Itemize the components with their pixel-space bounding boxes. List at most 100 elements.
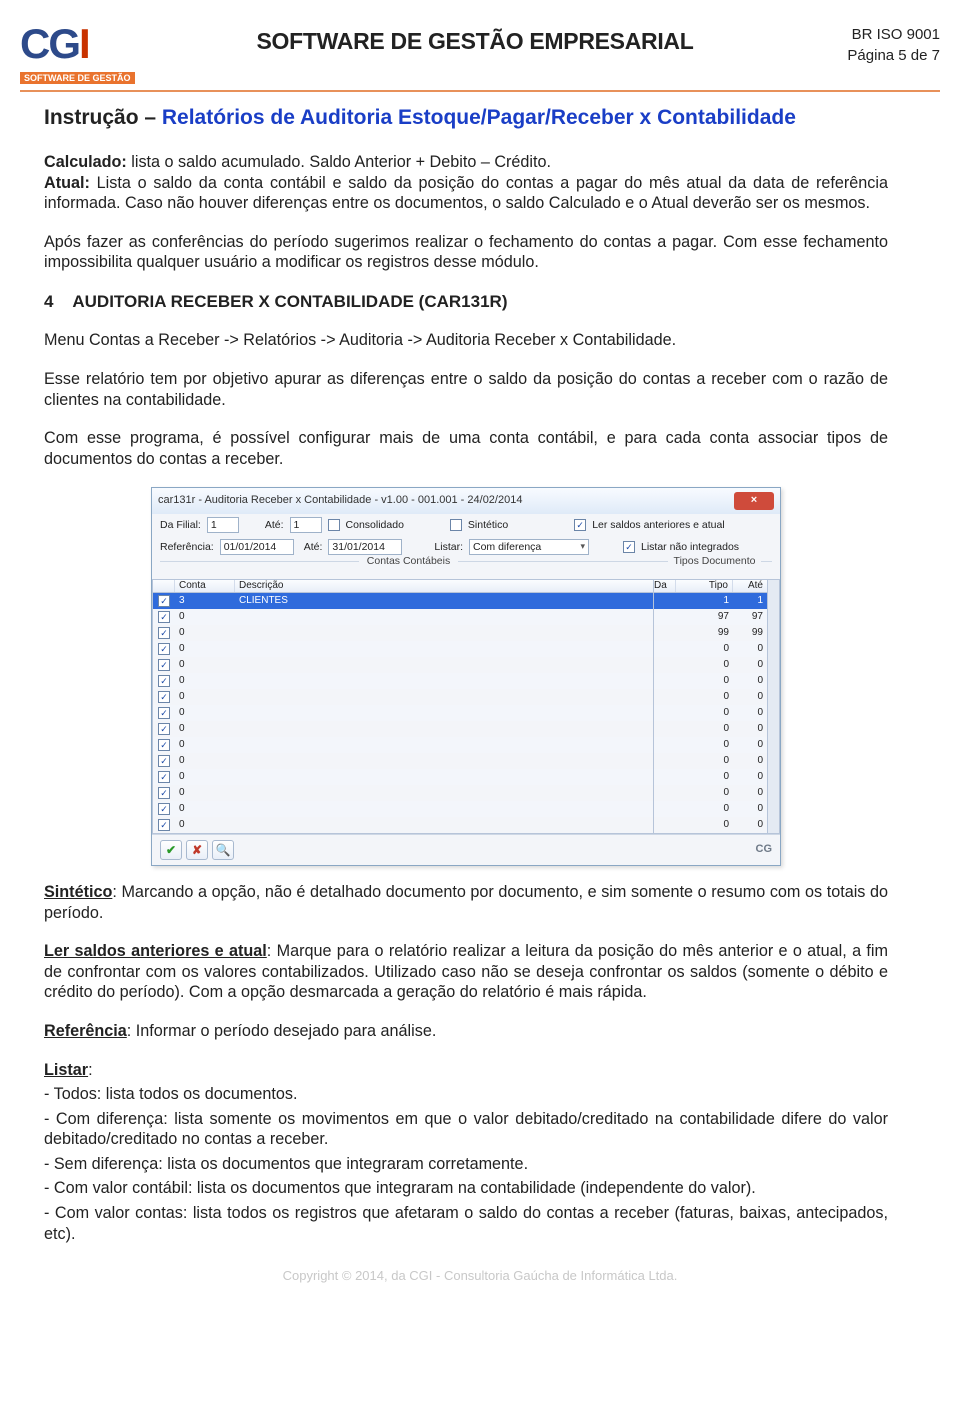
table-row[interactable]: ✓0 [153,625,653,641]
close-icon[interactable]: × [734,492,774,510]
logo-accent: I [79,20,89,67]
row-checkbox[interactable]: ✓ [158,643,170,655]
row-checkbox[interactable]: ✓ [158,755,170,767]
listar-term: Listar [44,1061,88,1079]
col-tipo: Tipo [676,580,733,593]
table-row[interactable]: 00 [654,657,767,673]
referencia-term: Referência [44,1022,127,1040]
table-row[interactable]: ✓0 [153,785,653,801]
listar-label: Listar: [434,541,463,554]
table-row[interactable]: 00 [654,785,767,801]
table-row[interactable]: ✓0 [153,721,653,737]
row-checkbox[interactable]: ✓ [158,611,170,623]
table-row[interactable]: ✓0 [153,753,653,769]
listar-sem-dif: - Sem diferença: lista os documentos que… [44,1154,888,1175]
para-menu-path: Menu Contas a Receber -> Relatórios -> A… [44,330,888,351]
ler-saldos-label: Ler saldos anteriores e atual [592,519,725,532]
table-row[interactable]: ✓0 [153,737,653,753]
table-row[interactable]: 9999 [654,625,767,641]
listar-com-dif: - Com diferença: lista somente os movime… [44,1109,888,1150]
para-fechamento: Após fazer as conferências do período su… [44,232,888,273]
table-row[interactable]: 00 [654,689,767,705]
table-row[interactable]: ✓0 [153,657,653,673]
table-row[interactable]: ✓0 [153,673,653,689]
row-checkbox[interactable]: ✓ [158,659,170,671]
col-da: Da [654,580,676,593]
sintetico-checkbox[interactable] [450,519,462,531]
page-number: Página 5 de 7 [800,45,940,66]
section-title: AUDITORIA RECEBER X CONTABILIDADE (CAR13… [72,292,507,311]
row-checkbox[interactable]: ✓ [158,707,170,719]
row-checkbox[interactable]: ✓ [158,819,170,831]
sintetico-term: Sintético [44,883,112,901]
col-ate: Até [733,580,767,593]
dialog-title: car131r - Auditoria Receber x Contabilid… [158,494,522,508]
table-row[interactable]: 00 [654,641,767,657]
table-row[interactable]: 00 [654,705,767,721]
dialog-window: car131r - Auditoria Receber x Contabilid… [151,487,781,866]
listar-todos: - Todos: lista todos os documentos. [44,1084,888,1105]
para-objetivo: Esse relatório tem por objetivo apurar a… [44,369,888,410]
table-row[interactable]: ✓0 [153,769,653,785]
row-checkbox[interactable]: ✓ [158,803,170,815]
referencia-label: Referência: [160,541,214,554]
consolidado-checkbox[interactable] [328,519,340,531]
ok-button[interactable]: ✔ [160,840,182,860]
ref-ate-label: Até: [304,541,323,554]
table-row[interactable]: 00 [654,769,767,785]
calculado-text: lista o saldo acumulado. Saldo Anterior … [127,153,551,171]
dialog-row-1: Da Filial: 1 Até: 1 Consolidado Sintétic… [152,514,780,536]
row-checkbox[interactable]: ✓ [158,723,170,735]
group-tipos-label: Tipos Documento [668,555,762,567]
table-row[interactable]: 00 [654,737,767,753]
table-row[interactable]: 9797 [654,609,767,625]
search-button[interactable]: 🔍 [212,840,234,860]
table-row[interactable]: 11 [654,593,767,609]
table-row[interactable]: 00 [654,721,767,737]
table-row[interactable]: 00 [654,801,767,817]
grid-contas[interactable]: Conta Descrição ✓3CLIENTES✓0✓0✓0✓0✓0✓0✓0… [152,579,653,835]
instruction-prefix: Instrução – [44,106,162,129]
dialog-grids: Conta Descrição ✓3CLIENTES✓0✓0✓0✓0✓0✓0✓0… [152,579,780,835]
row-checkbox[interactable]: ✓ [158,787,170,799]
table-row[interactable]: ✓0 [153,609,653,625]
table-row[interactable]: 00 [654,753,767,769]
ler-saldos-checkbox[interactable]: ✓ [574,519,586,531]
ate-filial-input[interactable]: 1 [290,517,322,533]
doc-footer: Copyright © 2014, da CGI - Consultoria G… [20,1268,940,1283]
grid-scrollbar[interactable] [768,579,780,835]
listar-valor-contas: - Com valor contas: lista todos os regis… [44,1203,888,1244]
table-row[interactable]: ✓0 [153,705,653,721]
row-checkbox[interactable]: ✓ [158,675,170,687]
da-filial-input[interactable]: 1 [207,517,239,533]
table-row[interactable]: ✓0 [153,689,653,705]
table-row[interactable]: ✓3CLIENTES [153,593,653,609]
logo-subtitle: SOFTWARE DE GESTÃO [20,72,135,84]
referencia-input[interactable]: 01/01/2014 [220,539,294,555]
row-checkbox[interactable]: ✓ [158,691,170,703]
row-checkbox[interactable]: ✓ [158,627,170,639]
listar-combobox[interactable]: Com diferença [469,539,589,555]
table-row[interactable]: ✓0 [153,817,653,833]
listar-nao-int-checkbox[interactable]: ✓ [623,541,635,553]
para-calculado: Calculado: lista o saldo acumulado. Sald… [44,152,888,214]
table-row[interactable]: 00 [654,817,767,833]
dialog-group-labels: Contas Contábeis Tipos Documento [152,558,780,578]
cancel-button[interactable]: ✘ [186,840,208,860]
doc-title: SOFTWARE DE GESTÃO EMPRESARIAL [150,20,800,55]
da-filial-label: Da Filial: [160,519,201,532]
row-checkbox[interactable]: ✓ [158,739,170,751]
table-row[interactable]: ✓0 [153,801,653,817]
row-checkbox[interactable]: ✓ [158,771,170,783]
doc-meta: BR ISO 9001 Página 5 de 7 [800,20,940,66]
atual-text: Lista o saldo da conta contábil e saldo … [44,174,888,213]
doc-header: CGI SOFTWARE DE GESTÃO SOFTWARE DE GESTÃ… [20,20,940,86]
row-checkbox[interactable]: ✓ [158,595,170,607]
grid-tipos[interactable]: Da Tipo Até 1197979999000000000000000000… [653,579,768,835]
section-4-heading: 4 AUDITORIA RECEBER X CONTABILIDADE (CAR… [44,291,888,313]
dialog-brand: CG [756,843,773,857]
table-row[interactable]: 00 [654,673,767,689]
ref-ate-input[interactable]: 31/01/2014 [328,539,402,555]
table-row[interactable]: ✓0 [153,641,653,657]
grid-contas-header: Conta Descrição [153,580,653,594]
